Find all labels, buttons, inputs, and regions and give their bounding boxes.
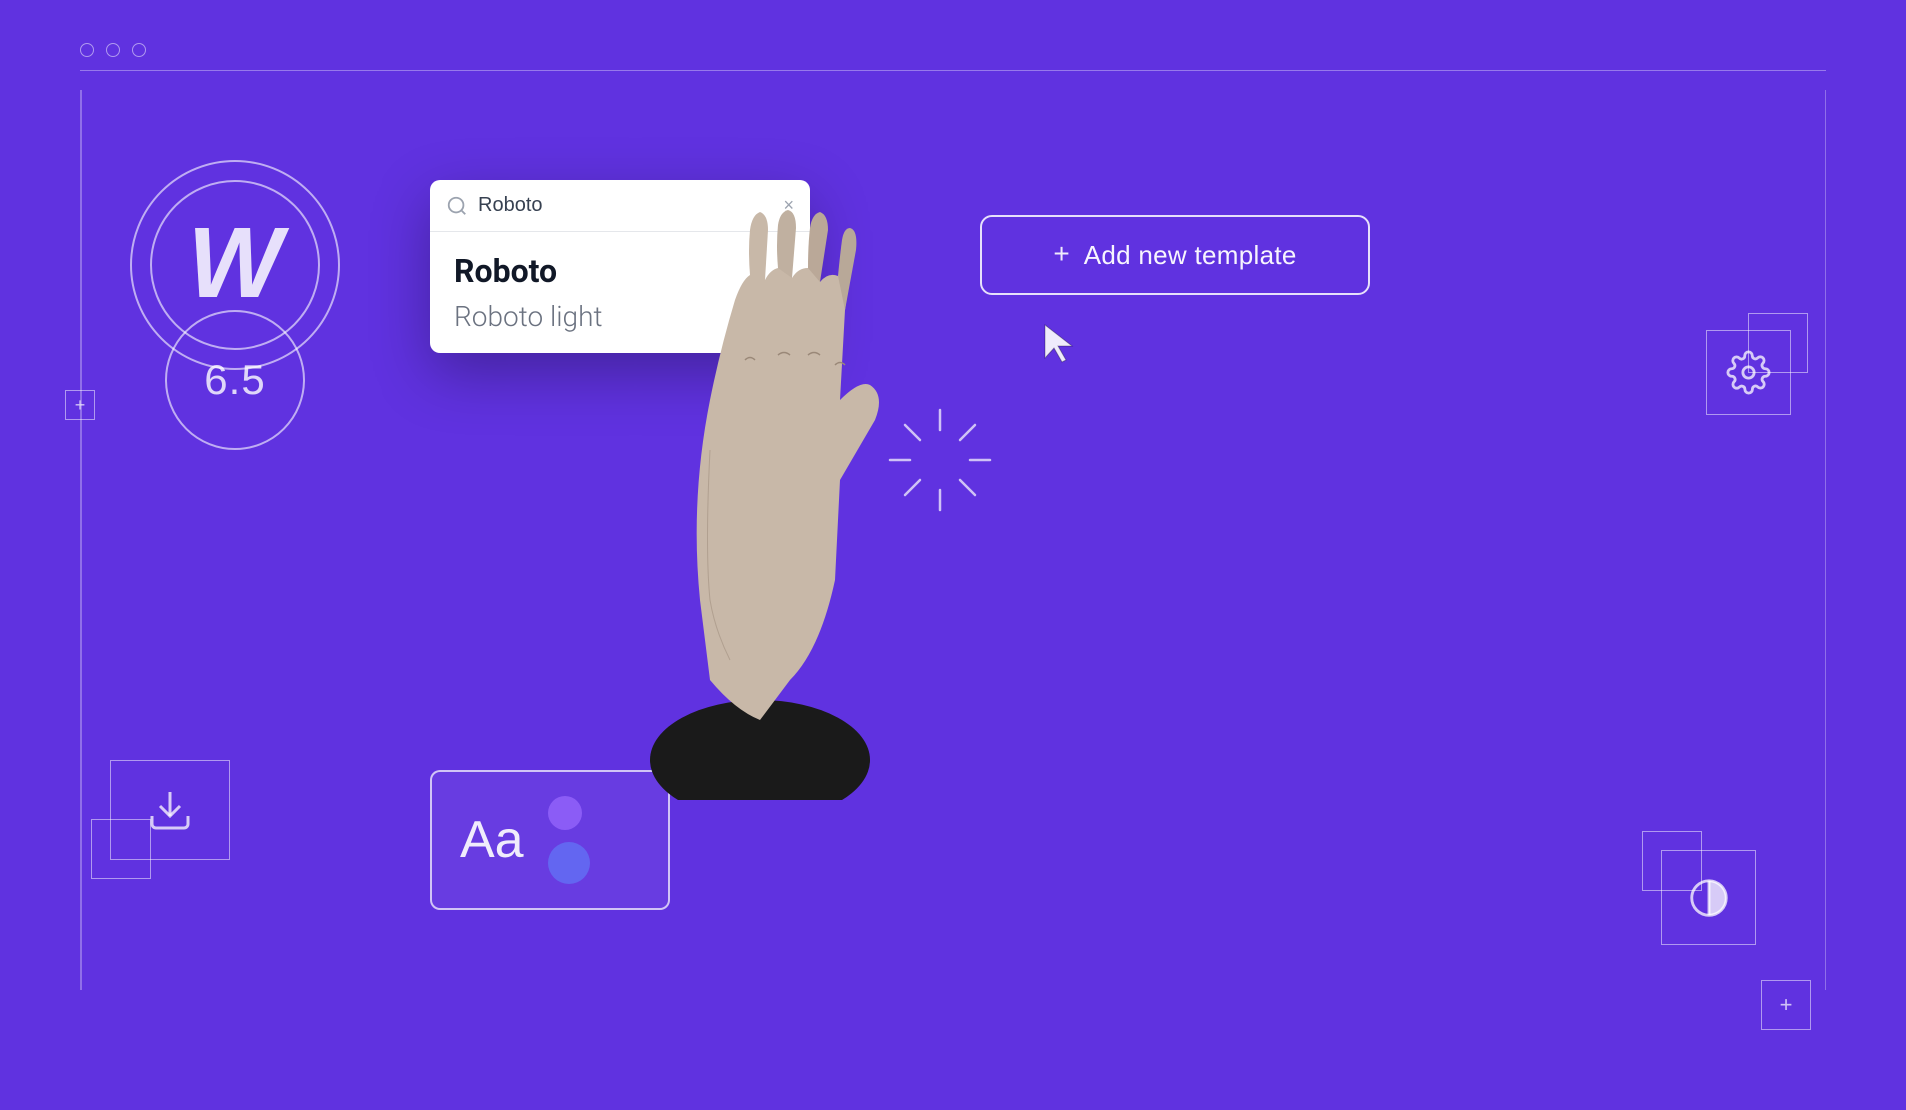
font-list: Roboto Roboto light: [430, 232, 810, 353]
search-input-row: Roboto ×: [430, 180, 810, 232]
left-vertical-line: [80, 90, 82, 990]
browser-dots: [80, 43, 146, 57]
aa-text: Aa: [460, 810, 524, 870]
search-clear-button[interactable]: ×: [783, 195, 794, 216]
search-input-value: Roboto: [478, 194, 773, 217]
browser-bar: [80, 70, 1826, 72]
font-result-roboto-light[interactable]: Roboto light: [454, 300, 786, 333]
wp-letter: W: [188, 213, 282, 313]
gear-inner-box: [1748, 313, 1808, 373]
search-icon: [446, 195, 468, 217]
browser-dot-3: [132, 43, 146, 57]
gear-area: [1706, 330, 1791, 415]
left-plus-button[interactable]: +: [65, 390, 95, 420]
contrast-box-outer: [1661, 850, 1756, 945]
aa-panel: Aa: [430, 770, 670, 910]
browser-dot-1: [80, 43, 94, 57]
burst-decoration: [870, 390, 990, 510]
wordpress-logo-area: W 6.5: [130, 160, 340, 370]
download-inner-box: [91, 819, 151, 879]
wp-version-circle: 6.5: [165, 310, 305, 450]
bottom-right-plus-button[interactable]: +: [1761, 980, 1811, 1030]
color-dot-purple: [548, 796, 582, 830]
download-area: [110, 760, 230, 860]
add-template-plus-icon: +: [1053, 240, 1069, 268]
color-dot-blue: [548, 842, 590, 884]
font-result-roboto[interactable]: Roboto: [454, 252, 786, 290]
add-template-label: Add new template: [1084, 240, 1297, 271]
browser-dot-2: [106, 43, 120, 57]
add-new-template-button[interactable]: + Add new template: [980, 215, 1370, 295]
gear-outer-box: [1706, 330, 1791, 415]
contrast-box-inner: [1642, 831, 1702, 891]
wp-version-text: 6.5: [204, 356, 265, 404]
color-dots: [548, 796, 590, 884]
cursor-arrow: [1040, 320, 1080, 370]
download-outer-box: [110, 760, 230, 860]
download-icon[interactable]: [146, 786, 194, 834]
right-vertical-line: [1825, 90, 1827, 990]
font-search-panel: Roboto × Roboto Roboto light: [430, 180, 810, 353]
